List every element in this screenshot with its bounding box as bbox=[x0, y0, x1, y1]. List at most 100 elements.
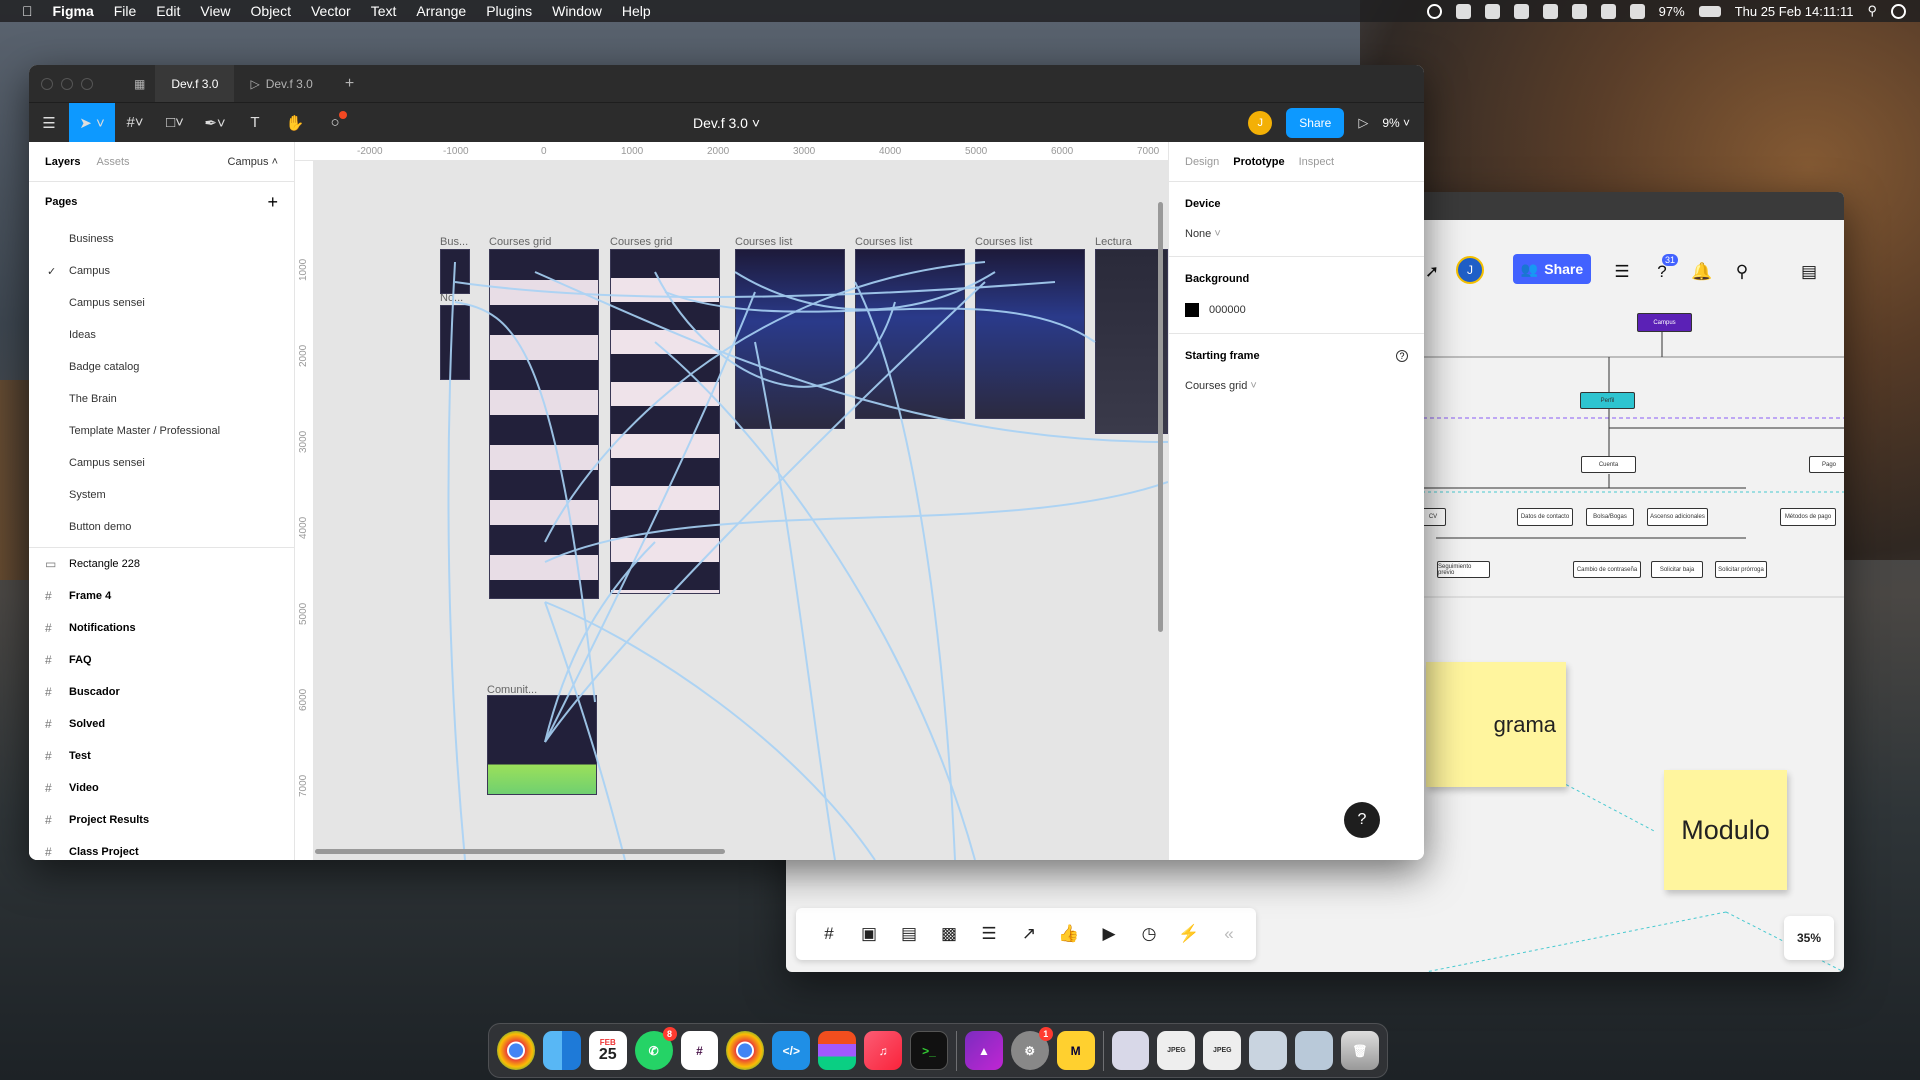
spotlight-search-icon[interactable]: ⚲ bbox=[1867, 3, 1877, 19]
node-solicitar-prorroga[interactable]: Solicitar prórroga bbox=[1715, 561, 1767, 578]
bluetooth-icon[interactable] bbox=[1600, 3, 1616, 19]
comment-tool-icon[interactable]: ○ bbox=[315, 103, 355, 143]
frame-courses-list-1[interactable] bbox=[735, 249, 845, 429]
page-item[interactable]: The Brain bbox=[29, 383, 294, 415]
affinity-dock-icon[interactable]: ▲ bbox=[964, 1031, 1003, 1070]
figma-home-icon[interactable]: ▦ bbox=[124, 65, 155, 102]
screenshot-file-icon[interactable] bbox=[1295, 1031, 1334, 1070]
frame-label[interactable]: Courses list bbox=[735, 236, 792, 248]
minimize-button[interactable] bbox=[61, 77, 73, 90]
menu-plugins[interactable]: Plugins bbox=[486, 3, 532, 19]
trash-dock-icon[interactable]: 🗑 bbox=[1341, 1031, 1379, 1070]
menu-text[interactable]: Text bbox=[371, 3, 397, 19]
terminal-dock-icon[interactable]: >_ bbox=[910, 1031, 948, 1070]
thumbs-up-icon[interactable]: 👍 bbox=[1056, 921, 1082, 947]
page-item[interactable]: Template Master / Professional bbox=[29, 415, 294, 447]
horizontal-scrollbar[interactable] bbox=[315, 849, 725, 854]
wifi-icon[interactable] bbox=[1629, 3, 1645, 19]
list-icon[interactable]: ☰ bbox=[976, 921, 1002, 947]
frame-tool-icon[interactable]: #˅ bbox=[115, 103, 155, 143]
timer-icon[interactable]: ◷ bbox=[1136, 921, 1162, 947]
layer-item[interactable]: # Solved bbox=[29, 708, 294, 740]
layer-item[interactable]: # Video bbox=[29, 772, 294, 804]
frame-label[interactable]: Courses grid bbox=[489, 236, 551, 248]
present-play-icon[interactable]: ▷ bbox=[1358, 115, 1368, 131]
frame-label[interactable]: Courses grid bbox=[610, 236, 672, 248]
sticky-note-programa[interactable]: grama bbox=[1426, 662, 1566, 787]
page-item[interactable]: Business bbox=[29, 223, 294, 255]
node-perfil[interactable]: Perfil bbox=[1580, 392, 1635, 409]
add-page-icon[interactable]: + bbox=[267, 192, 278, 213]
share-button[interactable]: Share bbox=[1286, 107, 1345, 138]
layer-item[interactable]: # Test bbox=[29, 740, 294, 772]
comment-icon[interactable]: ▤ bbox=[896, 921, 922, 947]
music-dock-icon[interactable]: ♫ bbox=[864, 1031, 903, 1070]
text-tool-icon[interactable]: T bbox=[235, 103, 275, 143]
device-dropdown[interactable]: None ˅ bbox=[1185, 228, 1408, 240]
node-cambio-password[interactable]: Cambio de contraseña bbox=[1573, 561, 1641, 578]
menu-file[interactable]: File bbox=[114, 3, 137, 19]
node-pago[interactable]: Pago bbox=[1809, 456, 1844, 473]
shape-tool-icon[interactable]: □˅ bbox=[155, 103, 195, 143]
page-item-current[interactable]: ✓ Campus bbox=[29, 255, 294, 287]
menu-view[interactable]: View bbox=[200, 3, 230, 19]
node-campus[interactable]: Campus bbox=[1637, 313, 1692, 332]
dropbox-icon[interactable] bbox=[1542, 3, 1558, 19]
sync-icon[interactable] bbox=[1484, 3, 1500, 19]
menu-object[interactable]: Object bbox=[251, 3, 291, 19]
jpeg-file-icon[interactable]: JPEG bbox=[1157, 1031, 1196, 1070]
figma-dock-icon[interactable] bbox=[818, 1031, 857, 1070]
tab-design[interactable]: Design bbox=[1185, 156, 1219, 168]
vscode-dock-icon[interactable]: </> bbox=[772, 1031, 811, 1070]
node-ascenso[interactable]: Ascenso adicionales bbox=[1647, 508, 1708, 526]
tab-layers[interactable]: Layers bbox=[45, 156, 80, 168]
chrome-dev-dock-icon[interactable] bbox=[726, 1031, 765, 1070]
battery-icon[interactable] bbox=[1698, 5, 1721, 17]
sticky-note-modulo[interactable]: Modulo bbox=[1664, 770, 1787, 890]
share-screen-icon[interactable]: ↗ bbox=[1016, 921, 1042, 947]
menu-vector[interactable]: Vector bbox=[311, 3, 351, 19]
menu-arrange[interactable]: Arrange bbox=[416, 3, 466, 19]
background-color-field[interactable]: 000000 bbox=[1185, 303, 1408, 317]
jpeg-file-icon[interactable]: JPEG bbox=[1203, 1031, 1242, 1070]
chat-icon[interactable]: ▩ bbox=[936, 921, 962, 947]
creative-cloud-icon[interactable] bbox=[1455, 3, 1471, 19]
node-cuenta[interactable]: Cuenta bbox=[1581, 456, 1636, 473]
siri-icon[interactable] bbox=[1891, 3, 1906, 19]
layer-item[interactable]: # Class Project bbox=[29, 836, 294, 860]
app-status-icon[interactable] bbox=[1513, 3, 1529, 19]
frame-label[interactable]: Courses list bbox=[855, 236, 912, 248]
frame-label[interactable]: Bus... bbox=[440, 236, 468, 248]
frame-notifications[interactable] bbox=[440, 305, 470, 380]
page-item[interactable]: Badge catalog bbox=[29, 351, 294, 383]
node-bolsa[interactable]: Bolsa/Bogas bbox=[1586, 508, 1634, 526]
info-icon[interactable] bbox=[1426, 3, 1442, 19]
page-dropdown[interactable]: Campus ˄ bbox=[228, 156, 278, 168]
user-avatar[interactable]: J bbox=[1248, 110, 1273, 135]
clock[interactable]: Thu 25 Feb 14:11:11 bbox=[1735, 4, 1854, 19]
layer-item[interactable]: # Buscador bbox=[29, 676, 294, 708]
menu-window[interactable]: Window bbox=[552, 3, 602, 19]
presentation-icon[interactable]: ▣ bbox=[856, 921, 882, 947]
close-button[interactable] bbox=[41, 77, 53, 90]
collapse-chevron-icon[interactable]: « bbox=[1216, 921, 1242, 947]
video-icon[interactable]: ▶ bbox=[1096, 921, 1122, 947]
finder-dock-icon[interactable] bbox=[542, 1031, 581, 1070]
frame-tool-icon[interactable]: # bbox=[816, 921, 842, 947]
frame-label[interactable]: Lectura bbox=[1095, 236, 1132, 248]
tab-inspect[interactable]: Inspect bbox=[1299, 156, 1334, 168]
maximize-button[interactable] bbox=[81, 77, 93, 90]
zoom-dropdown[interactable]: 9% ˅ bbox=[1382, 116, 1410, 130]
color-swatch[interactable] bbox=[1185, 303, 1199, 317]
node-solicitar-baja[interactable]: Solicitar baja bbox=[1651, 561, 1703, 578]
page-item[interactable]: Ideas bbox=[29, 319, 294, 351]
pen-tool-icon[interactable]: ✒˅ bbox=[195, 103, 235, 143]
apple-icon[interactable]:  bbox=[22, 3, 33, 19]
slack-dock-icon[interactable]: # bbox=[680, 1031, 719, 1070]
move-tool-icon[interactable]: ➤ ˅ bbox=[69, 102, 115, 143]
frame-comunidad[interactable] bbox=[487, 695, 597, 795]
downloads-stack-icon[interactable] bbox=[1111, 1031, 1150, 1070]
tab-file[interactable]: Dev.f 3.0 bbox=[155, 65, 235, 102]
frame-label[interactable]: Courses list bbox=[975, 236, 1032, 248]
layer-item[interactable]: # Notifications bbox=[29, 612, 294, 644]
